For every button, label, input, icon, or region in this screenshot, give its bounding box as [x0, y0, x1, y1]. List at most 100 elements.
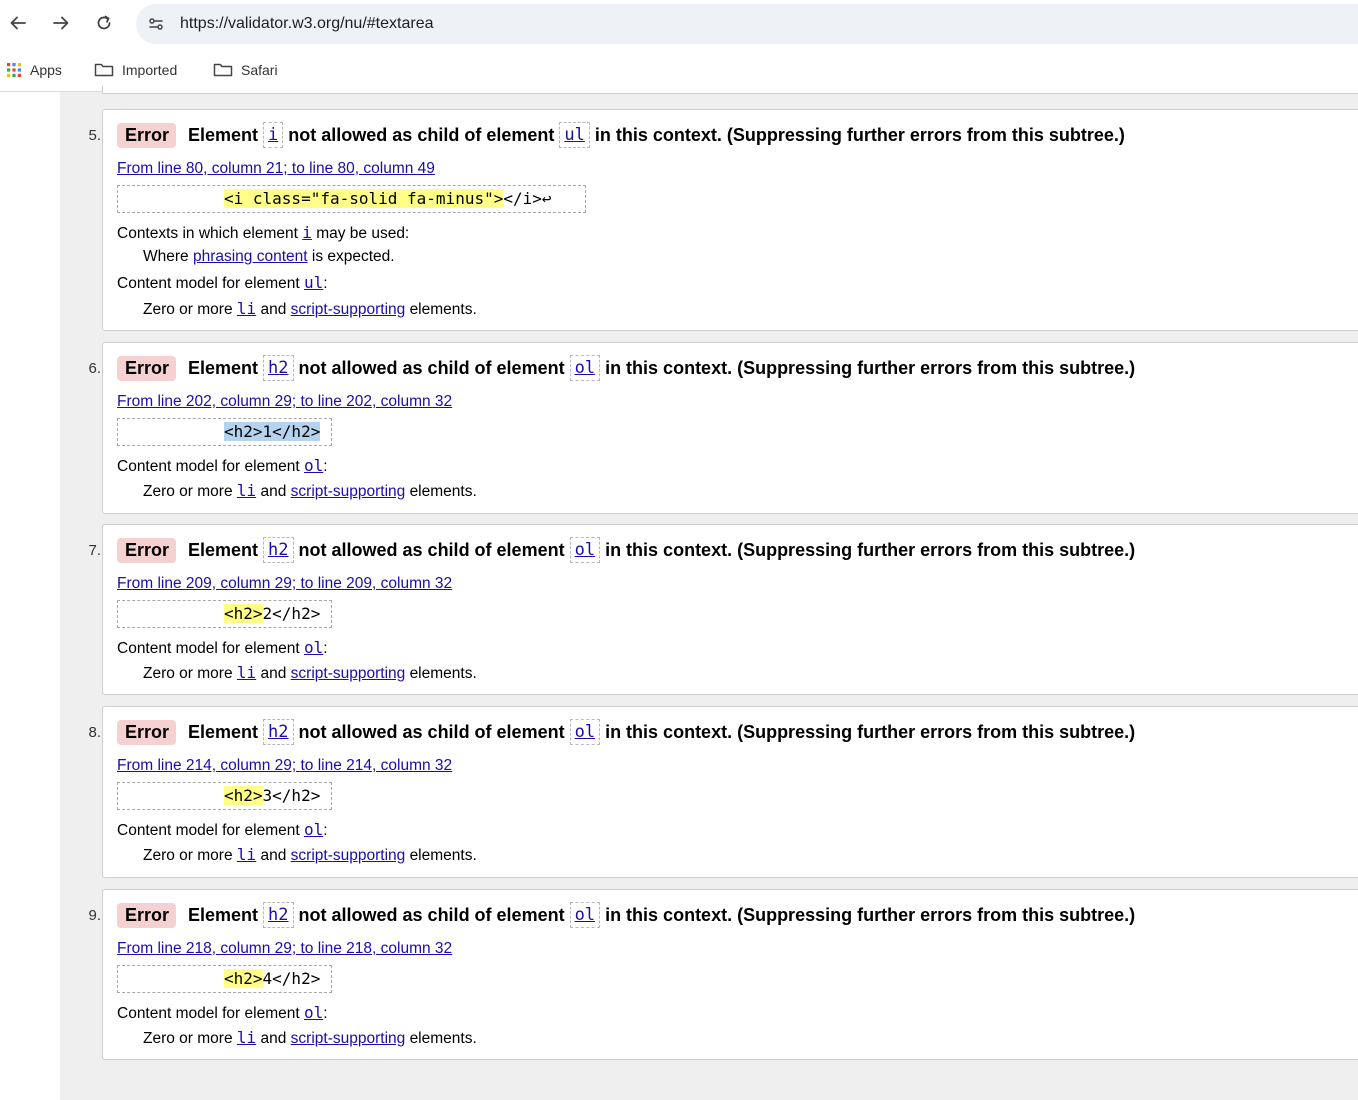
heading-text: in this context. (Suppressing further er… [605, 539, 1136, 560]
folder-icon [94, 63, 114, 77]
zero-prefix: Zero or more [143, 1030, 233, 1047]
forward-button[interactable] [48, 10, 74, 36]
li-element-link[interactable]: li [237, 481, 256, 500]
zero-or-more-line: Zero or more li and script-supporting el… [143, 845, 477, 865]
source-extract: <h2>1</h2> [117, 418, 332, 446]
model-suffix: : [323, 1005, 328, 1022]
extract-highlight: <h2>1</h2> [224, 422, 321, 441]
extract-rest: </i>↩ [503, 189, 552, 208]
where-line: Where phrasing content is expected. [143, 248, 395, 266]
model-prefix: Content model for element [117, 822, 300, 839]
url-text[interactable]: https://validator.w3.org/nu/#textarea [180, 15, 433, 33]
error-message: 6. Error Element h2 not allowed as child… [88, 342, 1358, 514]
validator-page: 5. Error Element i not allowed as child … [0, 86, 1358, 1100]
error-message: 7. Error Element h2 not allowed as child… [88, 524, 1358, 695]
location-link[interactable]: From line 80, column 21; to line 80, col… [117, 160, 435, 178]
where-suffix: is expected. [311, 248, 395, 265]
bookmark-safari[interactable]: Safari [213, 59, 278, 81]
reload-button[interactable] [91, 10, 117, 36]
error-message: 5. Error Element i not allowed as child … [88, 109, 1358, 331]
script-supporting-link[interactable]: script-supporting [291, 301, 406, 318]
content-model-line: Content model for element ol: [117, 820, 328, 840]
error-message: 8. Error Element h2 not allowed as child… [88, 706, 1358, 878]
content-model-line: Content model for element ol: [117, 1003, 328, 1023]
script-supporting-link[interactable]: script-supporting [291, 665, 406, 682]
bookmark-imported[interactable]: Imported [94, 59, 177, 81]
heading-text: not allowed as child of element [288, 124, 555, 145]
child-element-link[interactable]: h2 [263, 719, 294, 745]
script-supporting-link[interactable]: script-supporting [291, 483, 406, 500]
error-badge: Error [117, 355, 177, 381]
back-button[interactable] [5, 10, 31, 36]
heading-text: Element [188, 357, 259, 378]
child-element-link[interactable]: h2 [263, 902, 294, 928]
heading-text: not allowed as child of element [298, 539, 565, 560]
zero-and: and [260, 847, 287, 864]
site-info-icon[interactable] [144, 12, 168, 36]
location-link[interactable]: From line 209, column 29; to line 209, c… [117, 575, 452, 593]
phrasing-content-link[interactable]: phrasing content [193, 248, 308, 265]
source-extract: <i class="fa-solid fa-minus"></i>↩ [117, 185, 586, 213]
zero-suffix: elements. [409, 301, 477, 318]
bookmark-apps[interactable]: Apps [6, 59, 62, 81]
error-badge: Error [117, 537, 177, 563]
apps-grid-icon [7, 63, 21, 77]
location-link[interactable]: From line 202, column 29; to line 202, c… [117, 393, 452, 411]
zero-prefix: Zero or more [143, 301, 233, 318]
heading-text: not allowed as child of element [298, 721, 565, 742]
model-element-link[interactable]: ol [304, 456, 323, 475]
heading-text: not allowed as child of element [298, 357, 565, 378]
li-element-link[interactable]: li [237, 845, 256, 864]
heading-text: Element [188, 124, 259, 145]
li-element-link[interactable]: li [237, 299, 256, 318]
zero-or-more-line: Zero or more li and script-supporting el… [143, 299, 477, 319]
forward-arrow-icon [53, 16, 69, 30]
parent-element-link[interactable]: ol [569, 902, 601, 928]
script-supporting-link[interactable]: script-supporting [291, 847, 406, 864]
model-prefix: Content model for element [117, 458, 300, 475]
element-code-link[interactable]: i [302, 223, 312, 242]
model-element-link[interactable]: ol [304, 1003, 323, 1022]
parent-element-link[interactable]: ol [569, 719, 601, 745]
model-prefix: Content model for element [117, 640, 300, 657]
zero-or-more-line: Zero or more li and script-supporting el… [143, 1028, 477, 1048]
previous-message-edge [102, 86, 1358, 94]
model-prefix: Content model for element [117, 275, 300, 292]
heading-text: in this context. (Suppressing further er… [605, 904, 1136, 925]
message-heading: Error Element i not allowed as child of … [117, 122, 1125, 148]
li-element-link[interactable]: li [237, 1028, 256, 1047]
li-element-link[interactable]: li [237, 663, 256, 682]
extract-highlight: <h2> [224, 969, 263, 988]
model-element-link[interactable]: ol [304, 820, 323, 839]
message-number: 9. [88, 907, 101, 924]
extract-rest: 3</h2> [262, 786, 321, 805]
child-element-link[interactable]: h2 [263, 355, 294, 381]
address-bar[interactable]: https://validator.w3.org/nu/#textarea [136, 4, 1358, 44]
message-number: 6. [88, 360, 101, 377]
model-element-link[interactable]: ul [304, 273, 323, 292]
browser-toolbar: https://validator.w3.org/nu/#textarea [0, 0, 1358, 48]
script-supporting-link[interactable]: script-supporting [291, 1030, 406, 1047]
heading-text: not allowed as child of element [298, 904, 565, 925]
message-heading: Error Element h2 not allowed as child of… [117, 719, 1135, 745]
model-suffix: : [323, 275, 328, 292]
heading-text: Element [188, 904, 259, 925]
child-element-link[interactable]: i [263, 122, 284, 148]
extract-highlight: <i class="fa-solid fa-minus"> [224, 189, 504, 208]
folder-icon [213, 63, 233, 77]
extract-highlight: <h2> [224, 786, 263, 805]
zero-suffix: elements. [409, 665, 477, 682]
parent-element-link[interactable]: ul [559, 122, 590, 148]
model-element-link[interactable]: ol [304, 638, 323, 657]
location-link[interactable]: From line 218, column 29; to line 218, c… [117, 940, 452, 958]
parent-element-link[interactable]: ol [569, 355, 601, 381]
extract-rest: 2</h2> [262, 604, 321, 623]
location-link[interactable]: From line 214, column 29; to line 214, c… [117, 757, 452, 775]
bookmark-apps-label: Apps [30, 62, 62, 78]
error-badge: Error [117, 902, 177, 928]
back-arrow-icon [10, 16, 26, 30]
child-element-link[interactable]: h2 [263, 537, 294, 563]
reload-icon [97, 15, 111, 30]
model-prefix: Content model for element [117, 1005, 300, 1022]
parent-element-link[interactable]: ol [569, 537, 601, 563]
